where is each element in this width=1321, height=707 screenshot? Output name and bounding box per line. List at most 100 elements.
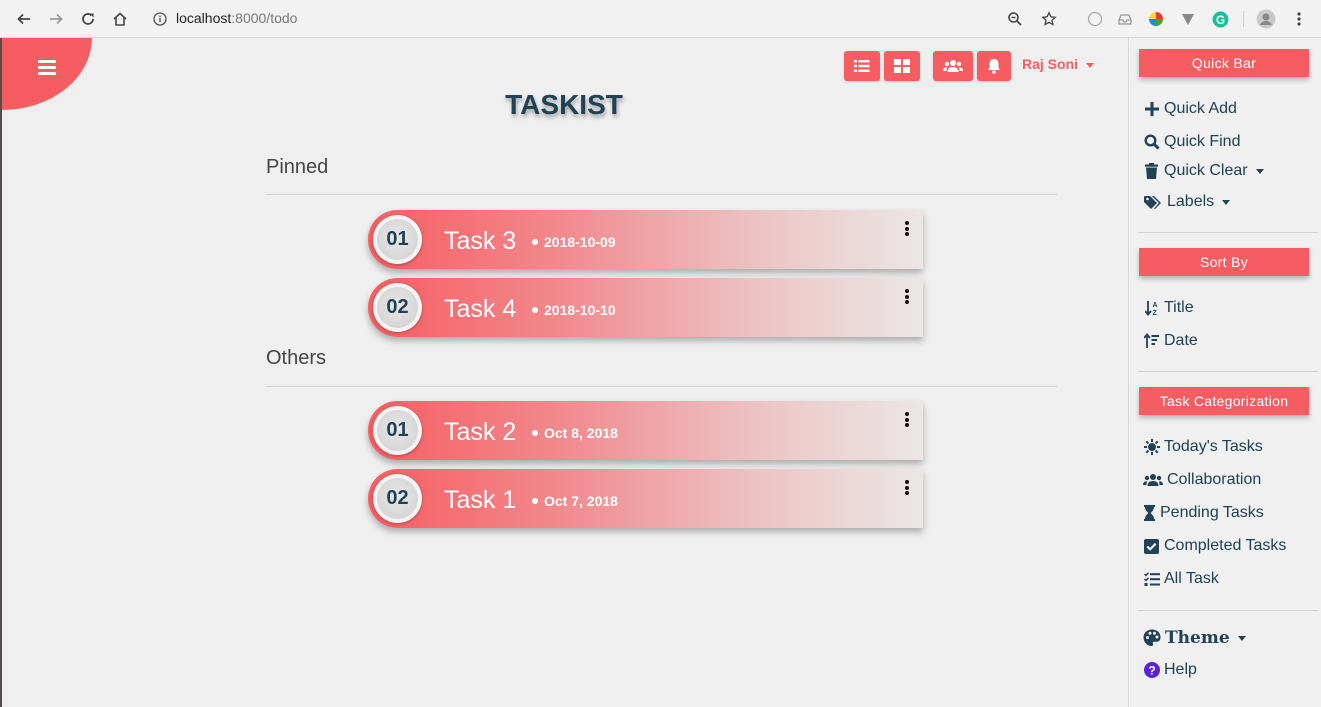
users-icon [943, 60, 963, 72]
back-button[interactable] [14, 9, 34, 29]
help-label: Help [1164, 661, 1197, 678]
task-card[interactable]: 02 Task 1 Oct 7, 2018 [368, 469, 923, 528]
sidebar-divider [1138, 232, 1318, 233]
task-options-icon[interactable] [905, 289, 909, 304]
task-number-badge: 01 [373, 215, 422, 264]
collaboration-label: Collaboration [1167, 471, 1262, 488]
todays-tasks-link[interactable]: Today's Tasks [1143, 438, 1263, 456]
quick-add-label: Quick Add [1164, 100, 1237, 117]
quick-add-link[interactable]: Quick Add [1143, 100, 1237, 118]
labels-label: Labels [1167, 193, 1215, 210]
caret-down-icon [1237, 635, 1246, 641]
caret-down-icon [1255, 168, 1264, 174]
browser-menu-icon[interactable] [1290, 10, 1308, 28]
completed-tasks-label: Completed Tasks [1164, 537, 1287, 554]
task-name: Task 2 [444, 418, 517, 446]
collaborators-button[interactable] [933, 51, 973, 81]
app-title: TASKIST [505, 89, 623, 120]
all-task-link[interactable]: All Task [1143, 570, 1219, 588]
completed-tasks-link[interactable]: Completed Tasks [1143, 537, 1286, 555]
svg-text:Z: Z [1152, 310, 1157, 316]
task-number-badge: 01 [373, 406, 422, 455]
quick-clear-label: Quick Clear [1164, 162, 1248, 179]
task-number-badge: 02 [373, 474, 422, 523]
quick-bar-header: Quick Bar [1139, 49, 1309, 77]
reload-button[interactable] [78, 9, 98, 29]
svg-text:?: ? [1148, 663, 1155, 677]
svg-text:A: A [1152, 302, 1157, 309]
hamburger-icon [38, 60, 56, 75]
grid-icon [894, 59, 910, 73]
home-button[interactable] [110, 9, 130, 29]
task-card[interactable]: 01 Task 3 2018-10-09 [368, 210, 923, 269]
site-info-icon[interactable] [150, 9, 170, 29]
section-title-pinned: Pinned [266, 156, 329, 178]
sort-by-header: Sort By [1139, 248, 1309, 276]
bell-icon [988, 59, 1000, 74]
arrow-right-icon [50, 13, 63, 25]
labels-dropdown[interactable]: Labels [1143, 193, 1231, 211]
profile-avatar-icon[interactable] [1256, 9, 1276, 29]
todays-tasks-label: Today's Tasks [1164, 438, 1263, 455]
section-divider [266, 386, 1057, 387]
task-options-icon[interactable] [905, 412, 909, 427]
extension-color-wheel-icon[interactable] [1147, 10, 1165, 28]
right-sidebar: Quick Bar Quick Add Quick Find Quick Cle… [1128, 38, 1321, 707]
bookmark-star-icon[interactable] [1040, 10, 1058, 28]
zoom-icon[interactable] [1006, 10, 1024, 28]
task-name: Task 4 [444, 295, 517, 323]
sort-alpha-icon: AZ [1143, 300, 1160, 317]
task-card[interactable]: 01 Task 2 Oct 8, 2018 [368, 401, 923, 460]
task-date: 2018-10-10 [532, 302, 616, 318]
pending-tasks-link[interactable]: Pending Tasks [1143, 504, 1264, 522]
task-card[interactable]: 02 Task 4 2018-10-10 [368, 278, 923, 337]
sort-amount-icon [1143, 333, 1160, 350]
task-options-icon[interactable] [905, 480, 909, 495]
list-view-button[interactable] [844, 51, 880, 81]
pending-tasks-label: Pending Tasks [1160, 504, 1264, 521]
extension-circle-icon[interactable] [1086, 10, 1104, 28]
task-name: Task 1 [444, 486, 517, 514]
notifications-button[interactable] [977, 51, 1011, 81]
list-icon [854, 60, 870, 72]
task-date: Oct 7, 2018 [532, 493, 618, 509]
home-icon [113, 12, 127, 26]
caret-down-icon [1222, 199, 1231, 205]
sidebar-divider [1138, 371, 1318, 372]
reload-icon [82, 13, 94, 25]
task-number: 01 [377, 410, 418, 451]
task-number: 02 [377, 287, 418, 328]
sort-title-link[interactable]: AZ Title [1143, 299, 1194, 317]
plus-icon [1143, 101, 1160, 118]
sort-date-link[interactable]: Date [1143, 332, 1198, 350]
help-link[interactable]: ? Help [1143, 661, 1197, 679]
extension-inbox-icon[interactable] [1116, 10, 1134, 28]
url-host: localhost [176, 10, 232, 26]
grid-view-button[interactable] [884, 51, 920, 81]
url-path: :8000/todo [231, 10, 298, 26]
address-bar[interactable]: localhost:8000/todo [176, 10, 297, 26]
theme-dropdown[interactable]: Theme [1143, 628, 1246, 648]
browser-toolbar: localhost:8000/todo G [0, 0, 1321, 38]
user-menu[interactable]: Raj Soni [1022, 56, 1095, 72]
tasks-list-icon [1143, 571, 1160, 588]
task-options-icon[interactable] [905, 221, 909, 236]
task-number-badge: 02 [373, 283, 422, 332]
collaboration-link[interactable]: Collaboration [1143, 471, 1261, 489]
svg-text:G: G [1215, 13, 1224, 26]
search-icon [1143, 134, 1160, 151]
caret-down-icon [1086, 62, 1095, 68]
extension-v-icon[interactable] [1179, 10, 1197, 28]
trash-icon [1143, 163, 1160, 180]
section-divider [266, 194, 1057, 195]
task-date: Oct 8, 2018 [532, 425, 618, 441]
question-circle-icon: ? [1143, 662, 1160, 679]
toolbar-divider [1243, 11, 1244, 27]
sidebar-divider [1138, 610, 1318, 611]
grammarly-icon[interactable]: G [1211, 10, 1229, 28]
quick-find-link[interactable]: Quick Find [1143, 133, 1240, 151]
task-categorization-header: Task Categorization [1139, 387, 1309, 415]
quick-clear-dropdown[interactable]: Quick Clear [1143, 162, 1264, 180]
task-number: 02 [377, 478, 418, 519]
forward-button[interactable] [46, 9, 66, 29]
